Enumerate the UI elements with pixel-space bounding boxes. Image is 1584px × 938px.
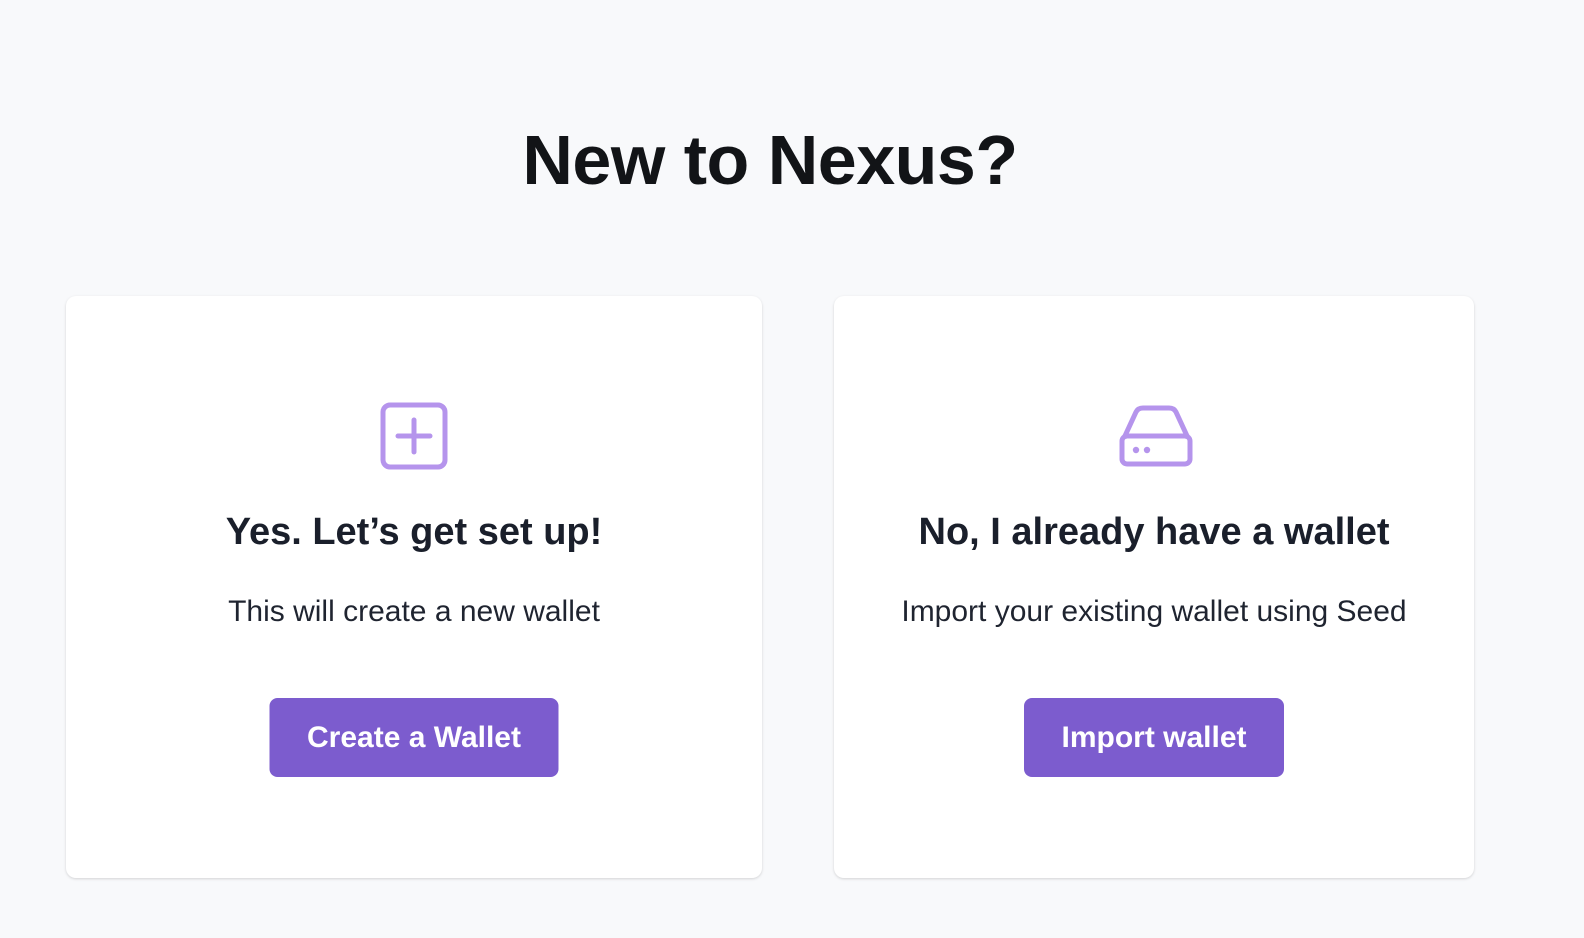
create-wallet-description: This will create a new wallet — [228, 595, 600, 628]
page-title: New to Nexus? — [522, 121, 1018, 199]
import-wallet-button[interactable]: Import wallet — [1024, 698, 1284, 777]
import-wallet-card: No, I already have a wallet Import your … — [834, 296, 1474, 878]
import-wallet-description: Import your existing wallet using Seed — [901, 595, 1407, 628]
create-wallet-button[interactable]: Create a Wallet — [269, 698, 559, 777]
create-wallet-heading: Yes. Let’s get set up! — [225, 511, 603, 553]
import-wallet-heading: No, I already have a wallet — [918, 511, 1390, 553]
plus-square-icon — [378, 400, 450, 472]
create-wallet-card: Yes. Let’s get set up! This will create … — [66, 296, 762, 878]
hard-drive-icon — [1118, 400, 1193, 472]
